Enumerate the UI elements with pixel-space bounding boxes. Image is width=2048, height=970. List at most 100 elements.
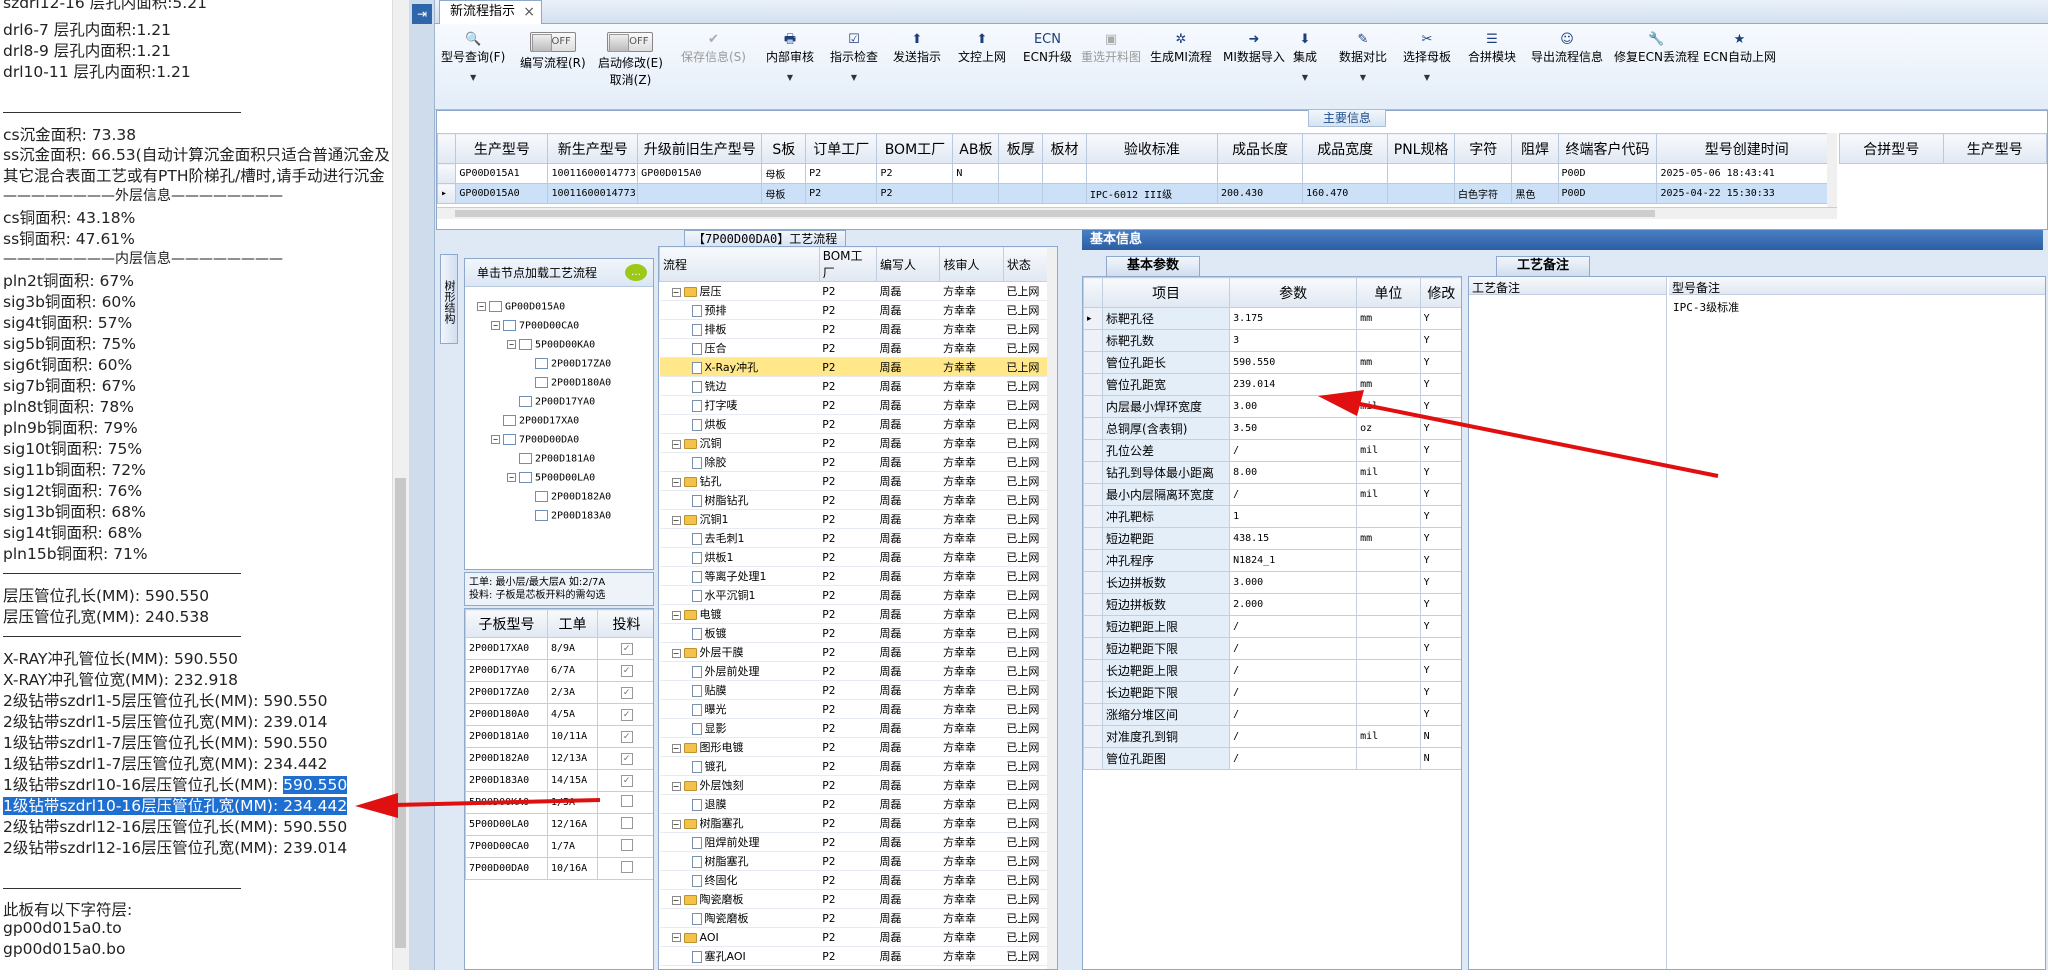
- collapse-toggle-icon[interactable]: −: [671, 477, 681, 487]
- flow-row[interactable]: 铣边 P2 周磊 方幸幸 已上网: [659, 376, 1049, 396]
- flow-row[interactable]: 打字唛 P2 周磊 方幸幸 已上网: [659, 395, 1049, 415]
- close-icon[interactable]: ×: [523, 1, 535, 23]
- tree-node[interactable]: − 5P00D00KA0: [507, 339, 595, 351]
- flow-row[interactable]: 显影 P2 周磊 方幸幸 已上网: [659, 718, 1049, 738]
- feed-checkbox[interactable]: [620, 817, 633, 829]
- flow-row[interactable]: 烘板 P2 周磊 方幸幸 已上网: [659, 414, 1049, 434]
- flow-row[interactable]: 曝光 P2 周磊 方幸幸 已上网: [659, 699, 1049, 719]
- column-header[interactable]: 状态: [1002, 247, 1050, 282]
- table-row[interactable]: 7P00D00DA0 10/16A: [465, 857, 653, 880]
- toggle-switch[interactable]: OFF: [607, 32, 654, 52]
- param-row[interactable]: 短边拼板数 2.000 Y: [1083, 593, 1461, 616]
- flow-row[interactable]: − 树脂塞孔 P2 周磊 方幸幸 已上网: [659, 813, 1049, 833]
- table-row[interactable]: 2P00D181A0 10/11A ✓: [465, 725, 653, 748]
- toolbar-button-8[interactable]: ECN ECN升级: [1023, 26, 1072, 65]
- column-header[interactable]: 子板型号: [465, 609, 548, 638]
- collapse-toggle-icon[interactable]: −: [671, 439, 681, 449]
- row-selector[interactable]: [1083, 571, 1104, 594]
- param-row[interactable]: 孔位公差 / mil Y: [1083, 439, 1461, 462]
- collapse-toggle-icon[interactable]: −: [671, 287, 681, 297]
- flow-row[interactable]: − 外层蚀刻 P2 周磊 方幸幸 已上网: [659, 775, 1049, 795]
- chevron-down-icon[interactable]: ▼: [1339, 73, 1387, 82]
- row-selector[interactable]: [1083, 549, 1104, 572]
- param-value[interactable]: N1824_1: [1229, 549, 1358, 572]
- collapse-toggle-icon[interactable]: −: [507, 473, 516, 482]
- feed-checkbox[interactable]: [620, 839, 633, 851]
- row-selector[interactable]: [1083, 593, 1104, 616]
- toolbar-button-11[interactable]: ➜ MI数据导入: [1223, 26, 1285, 65]
- row-selector[interactable]: ▸: [1083, 307, 1104, 330]
- param-row[interactable]: 长边靶距上限 / Y: [1083, 659, 1461, 682]
- param-row[interactable]: 短边靶距下限 / Y: [1083, 637, 1461, 660]
- feed-checkbox[interactable]: ✓: [620, 642, 633, 655]
- tree-node[interactable]: 2P00D181A0: [519, 453, 595, 465]
- tree-node[interactable]: − 7P00D00CA0: [491, 320, 579, 332]
- collapse-toggle-icon[interactable]: −: [671, 648, 681, 658]
- param-row[interactable]: 管位孔距图 / N: [1083, 747, 1461, 770]
- flow-row[interactable]: 镀孔 P2 周磊 方幸幸 已上网: [659, 756, 1049, 776]
- table-row[interactable]: 7P00D00CA0 1/7A: [465, 835, 653, 858]
- toolbar-button-7[interactable]: ⬆ 文控上网: [958, 26, 1006, 65]
- toolbar-button-18[interactable]: ★ ECN自动上网: [1703, 26, 1776, 65]
- param-row[interactable]: 标靶孔数 3 Y: [1083, 329, 1461, 352]
- column-header[interactable]: 板厚: [998, 133, 1044, 164]
- toolbar-button-4[interactable]: 🖶 内部审核 ▼: [766, 26, 814, 82]
- column-header[interactable]: 验收标准: [1085, 133, 1219, 164]
- flow-row[interactable]: X-Ray冲孔 P2 周磊 方幸幸 已上网: [659, 357, 1049, 377]
- feed-checkbox[interactable]: ✓: [620, 664, 633, 677]
- toolbar-button-16[interactable]: ☺ 导出流程信息: [1531, 26, 1603, 65]
- row-selector[interactable]: [1083, 659, 1104, 682]
- toolbar-button-14[interactable]: ✂ 选择母板 ▼: [1403, 26, 1451, 82]
- column-header[interactable]: 参数: [1229, 277, 1358, 308]
- column-header[interactable]: BOM工厂: [818, 247, 878, 282]
- flow-row[interactable]: 排板 P2 周磊 方幸幸 已上网: [659, 319, 1049, 339]
- flow-row[interactable]: − 层压 P2 周磊 方幸幸 已上网: [659, 281, 1049, 301]
- tree-node[interactable]: 2P00D17ZA0: [535, 358, 611, 370]
- feed-checkbox[interactable]: [620, 861, 633, 873]
- flow-row[interactable]: 水平沉铜1 P2 周磊 方幸幸 已上网: [659, 585, 1049, 605]
- param-value[interactable]: /: [1229, 747, 1358, 770]
- flow-row[interactable]: 除胶 P2 周磊 方幸幸 已上网: [659, 452, 1049, 472]
- tab-new-process[interactable]: 新流程指示 ×: [439, 0, 543, 24]
- param-value[interactable]: /: [1229, 703, 1358, 726]
- param-value[interactable]: 438.15: [1229, 527, 1358, 550]
- toolbar-button-6[interactable]: ⬆ 发送指示: [893, 26, 941, 65]
- collapse-toggle-icon[interactable]: −: [671, 933, 681, 942]
- model-remark-value[interactable]: IPC-3级标准: [1673, 299, 1739, 315]
- param-row[interactable]: 冲孔靶标 1 Y: [1083, 505, 1461, 528]
- tab-basic-params[interactable]: 基本参数: [1106, 256, 1201, 276]
- collapse-toggle-icon[interactable]: −: [671, 781, 681, 791]
- tree-node[interactable]: − 5P00D00LA0: [507, 472, 595, 484]
- feed-checkbox[interactable]: ✓: [620, 708, 633, 721]
- param-row[interactable]: 管位孔距宽 239.014 mm Y: [1083, 373, 1461, 396]
- table-row[interactable]: 2P00D17ZA0 2/3A ✓: [465, 681, 653, 704]
- param-row[interactable]: 钻孔到导体最小距离 8.00 mil Y: [1083, 461, 1461, 484]
- column-header[interactable]: 新生产型号: [547, 133, 639, 164]
- column-header[interactable]: 合拼型号: [1839, 133, 1944, 164]
- toolbar-button-15[interactable]: ☰ 合拼模块: [1468, 26, 1516, 65]
- row-selector[interactable]: [1083, 703, 1104, 726]
- flow-row[interactable]: 退膜 P2 周磊 方幸幸 已上网: [659, 794, 1049, 814]
- table-row[interactable]: ▸ GP00D015A0 10011600014773 母板 P2 P2 IPC-6012 …: [436, 183, 1837, 204]
- chevron-down-icon[interactable]: ▼: [766, 73, 814, 82]
- flow-row[interactable]: 树脂钻孔 P2 周磊 方幸幸 已上网: [659, 490, 1049, 510]
- row-selector[interactable]: [1083, 461, 1104, 484]
- flow-row[interactable]: 树脂塞孔 P2 周磊 方幸幸 已上网: [659, 851, 1049, 871]
- chat-bubble-icon[interactable]: …: [625, 264, 647, 281]
- flow-row[interactable]: − 钻孔 P2 周磊 方幸幸 已上网: [659, 471, 1049, 491]
- param-value[interactable]: /: [1229, 681, 1358, 704]
- chevron-down-icon[interactable]: ▼: [441, 73, 505, 82]
- column-header[interactable]: 编写人: [875, 247, 941, 282]
- row-selector[interactable]: [1083, 417, 1104, 440]
- flow-row[interactable]: 外层前处理 P2 周磊 方幸幸 已上网: [659, 661, 1049, 681]
- column-header[interactable]: 单位: [1356, 277, 1421, 308]
- collapse-icon[interactable]: ⇥: [412, 4, 432, 24]
- row-selector[interactable]: [1083, 637, 1104, 660]
- collapse-toggle-icon[interactable]: −: [671, 743, 681, 753]
- left-scrollbar-thumb[interactable]: [395, 478, 406, 948]
- column-header[interactable]: 阻焊: [1511, 133, 1559, 164]
- column-header[interactable]: 工单: [547, 609, 598, 638]
- param-row[interactable]: 短边靶距上限 / Y: [1083, 615, 1461, 638]
- toggle-switch[interactable]: OFF: [529, 32, 576, 52]
- param-row[interactable]: ▸ 标靶孔径 3.175 mm Y: [1083, 307, 1461, 330]
